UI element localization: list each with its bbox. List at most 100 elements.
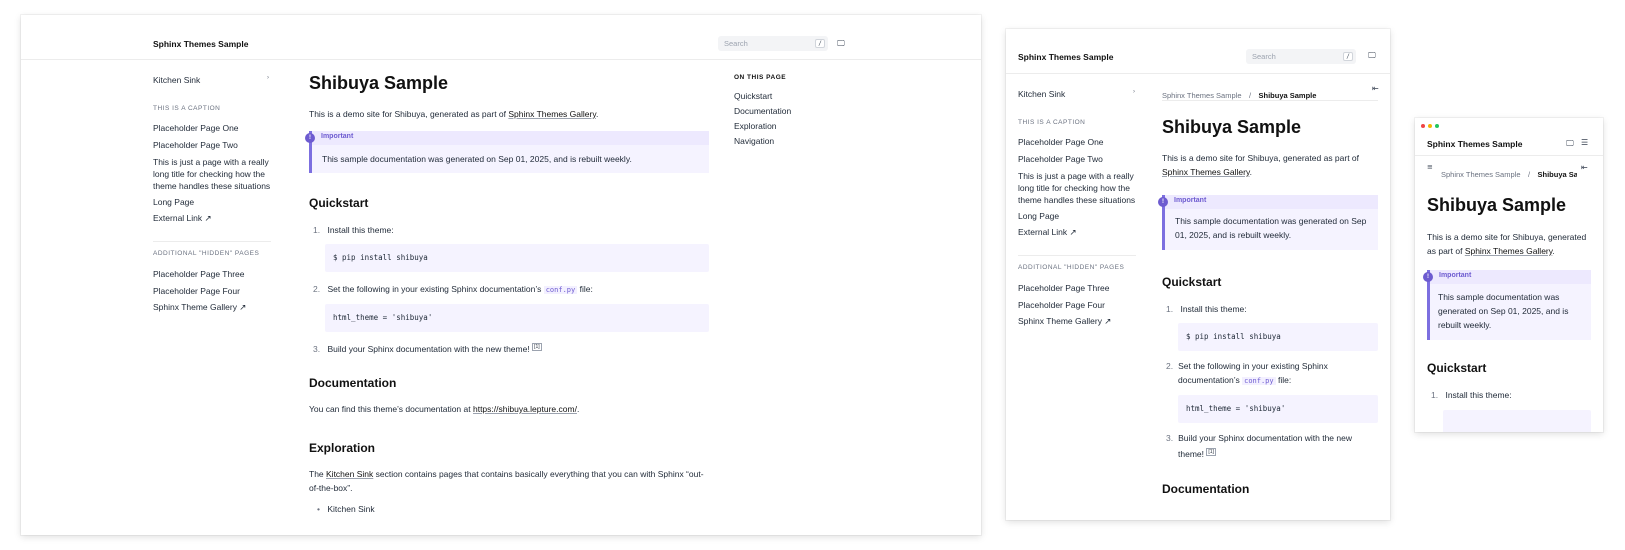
intro-suffix: . [1552, 246, 1555, 256]
sidebar-item-line: This is just a page with a really [153, 157, 269, 167]
bullet-text[interactable]: Kitchen Sink [327, 504, 374, 514]
breadcrumb-separator: / [1248, 91, 1252, 100]
sidebar-item-external[interactable]: Sphinx Theme Gallery ↗ [153, 302, 246, 313]
admonition-line: This sample documentation was generated … [1175, 216, 1367, 226]
sidebar-item-kitchen-sink[interactable]: Kitchen Sink [1018, 89, 1065, 99]
search-input[interactable]: Search / [718, 36, 828, 51]
code-block[interactable] [1443, 410, 1591, 432]
list-text: Install this theme: [1180, 304, 1247, 314]
admonition-text: This sample documentation was generated … [1438, 290, 1568, 332]
site-title[interactable]: Sphinx Themes Sample [1427, 139, 1522, 149]
gallery-link[interactable]: Sphinx Themes Gallery [1162, 167, 1250, 177]
site-title[interactable]: Sphinx Themes Sample [1018, 52, 1113, 62]
site-header [21, 15, 981, 60]
search-shortcut: / [815, 38, 825, 48]
intro-paragraph: This is a demo site for Shibuya, generat… [1162, 151, 1359, 179]
important-admonition: ! Important This sample documentation wa… [1423, 270, 1591, 340]
inline-code: conf.py [1242, 377, 1276, 385]
toc-item[interactable]: Navigation [734, 136, 774, 146]
intro-line: Sphinx Themes Gallery. [1162, 165, 1359, 179]
sidebar-item[interactable]: Placeholder Page One [1018, 137, 1104, 147]
toc-icon[interactable]: ⇤ [1581, 163, 1588, 172]
chevron-right-icon[interactable]: › [267, 75, 269, 81]
intro-text: This is a demo site for Shibuya, generat… [309, 109, 509, 119]
section-heading: Quickstart [309, 196, 369, 210]
kitchen-sink-link[interactable]: Kitchen Sink [326, 469, 373, 479]
sidebar-item[interactable]: Long Page [1018, 211, 1059, 221]
intro-suffix: . [1249, 167, 1252, 177]
list-text: documentation’s [1178, 375, 1243, 385]
footnote-ref[interactable]: [1] [532, 343, 542, 351]
sidebar-item[interactable]: Placeholder Page Four [153, 286, 240, 296]
hamburger-icon[interactable]: ≡ [1427, 163, 1433, 171]
gallery-link[interactable]: Sphinx Themes Gallery [508, 109, 596, 119]
list-text: Build your Sphinx documentation with the… [1178, 433, 1352, 443]
list-item: 2. Set the following in your existing Sp… [313, 282, 593, 297]
sidebar-item-external[interactable]: External Link ↗ [1018, 227, 1077, 238]
breadcrumb-current: Shibuya San [1537, 170, 1578, 179]
maximize-dot[interactable] [1435, 124, 1439, 128]
chevron-right-icon[interactable]: › [1133, 89, 1135, 95]
toc-item[interactable]: Documentation [734, 106, 791, 116]
sidebar-item[interactable]: Long Page [153, 197, 194, 207]
code-block[interactable]: $ pip install shibuya [325, 244, 709, 272]
code-block[interactable]: html_theme = 'shibuya' [1178, 395, 1378, 423]
sidebar-divider [153, 241, 271, 242]
monitor-icon[interactable]: 🖵 [837, 39, 845, 49]
close-dot[interactable] [1421, 124, 1425, 128]
sidebar-item[interactable]: Placeholder Page One [153, 123, 239, 133]
sidebar-item[interactable]: Placeholder Page Four [1018, 300, 1105, 310]
intro-suffix: . [595, 109, 599, 119]
sidebar-item[interactable]: Placeholder Page Three [1018, 283, 1110, 293]
admonition-header [312, 131, 709, 145]
sidebar-item-line: long title for checking how the [153, 169, 265, 179]
admonition-line: 01, 2025, and is rebuilt weekly. [1175, 230, 1292, 240]
toc-item[interactable]: Exploration [734, 121, 777, 131]
code-block[interactable]: $ pip install shibuya [1178, 323, 1378, 351]
admonition-title: Important [1174, 197, 1207, 204]
footnote-ref[interactable]: [1] [1206, 448, 1216, 456]
sidebar-item-line: theme handles these situations [153, 181, 271, 191]
site-title[interactable]: Sphinx Themes Sample [153, 39, 248, 49]
code-block[interactable]: html_theme = 'shibuya' [325, 304, 709, 332]
breadcrumb-item[interactable]: Sphinx Themes Sample [1441, 170, 1521, 179]
section-heading: Quickstart [1427, 361, 1487, 375]
bullet-item: • Kitchen Sink [317, 502, 375, 516]
section-heading: Documentation [309, 376, 397, 390]
breadcrumb-separator: / [1527, 170, 1531, 179]
list-text: Set the following in your existing Sphin… [327, 284, 544, 294]
doc-paragraph: You can find this theme’s documentation … [309, 402, 579, 416]
gallery-link[interactable]: Sphinx Themes Gallery [1465, 246, 1553, 256]
doc-link[interactable]: https://shibuya.lepture.com/ [473, 404, 577, 414]
list-number: 1. [1166, 304, 1174, 314]
sidebar-item-long-title[interactable]: This is just a page with a really long t… [1018, 170, 1135, 206]
menu-icon[interactable]: ☰ [1581, 138, 1588, 147]
sidebar-item[interactable]: Placeholder Page Two [1018, 154, 1103, 164]
intro-line: This is a demo site for Shibuya, generat… [1427, 232, 1587, 242]
breadcrumb-item[interactable]: Sphinx Themes Sample [1162, 91, 1242, 100]
sidebar-item-external[interactable]: External Link ↗ [153, 213, 212, 224]
sidebar-item[interactable]: Placeholder Page Three [153, 269, 245, 279]
list-number: 3. [1166, 433, 1174, 443]
monitor-icon[interactable]: 🖵 [1566, 139, 1574, 149]
doc-suffix: . [576, 404, 580, 414]
doc-text: You can find this theme’s documentation … [309, 404, 473, 414]
list-number: 2. [1166, 361, 1174, 371]
sidebar-item-kitchen-sink[interactable]: Kitchen Sink [153, 75, 200, 85]
search-placeholder: Search [724, 39, 748, 48]
search-input[interactable]: Search / [1246, 49, 1356, 64]
code-text: $ pip install shibuya [1186, 332, 1281, 341]
toc-item[interactable]: Quickstart [734, 91, 772, 101]
sidebar-item-long-title[interactable]: This is just a page with a really long t… [153, 156, 270, 192]
desktop-window: Sphinx Themes Sample Search / 🖵 Kitchen … [21, 15, 981, 535]
monitor-icon[interactable]: 🖵 [1368, 51, 1376, 61]
minimize-dot[interactable] [1428, 124, 1432, 128]
sidebar-item[interactable]: Placeholder Page Two [153, 140, 238, 150]
list-item: 2. Set the following in your existing Sph… [1166, 359, 1328, 388]
list-text-suffix: file: [1275, 375, 1292, 385]
important-icon: ! [1158, 197, 1168, 207]
page-title: Shibuya Sample [1427, 195, 1567, 215]
sidebar-item-external[interactable]: Sphinx Theme Gallery ↗ [1018, 316, 1111, 327]
sidebar-item-line: This is just a page with a really [1018, 171, 1134, 181]
toc-icon[interactable]: ⇤ [1372, 84, 1379, 93]
